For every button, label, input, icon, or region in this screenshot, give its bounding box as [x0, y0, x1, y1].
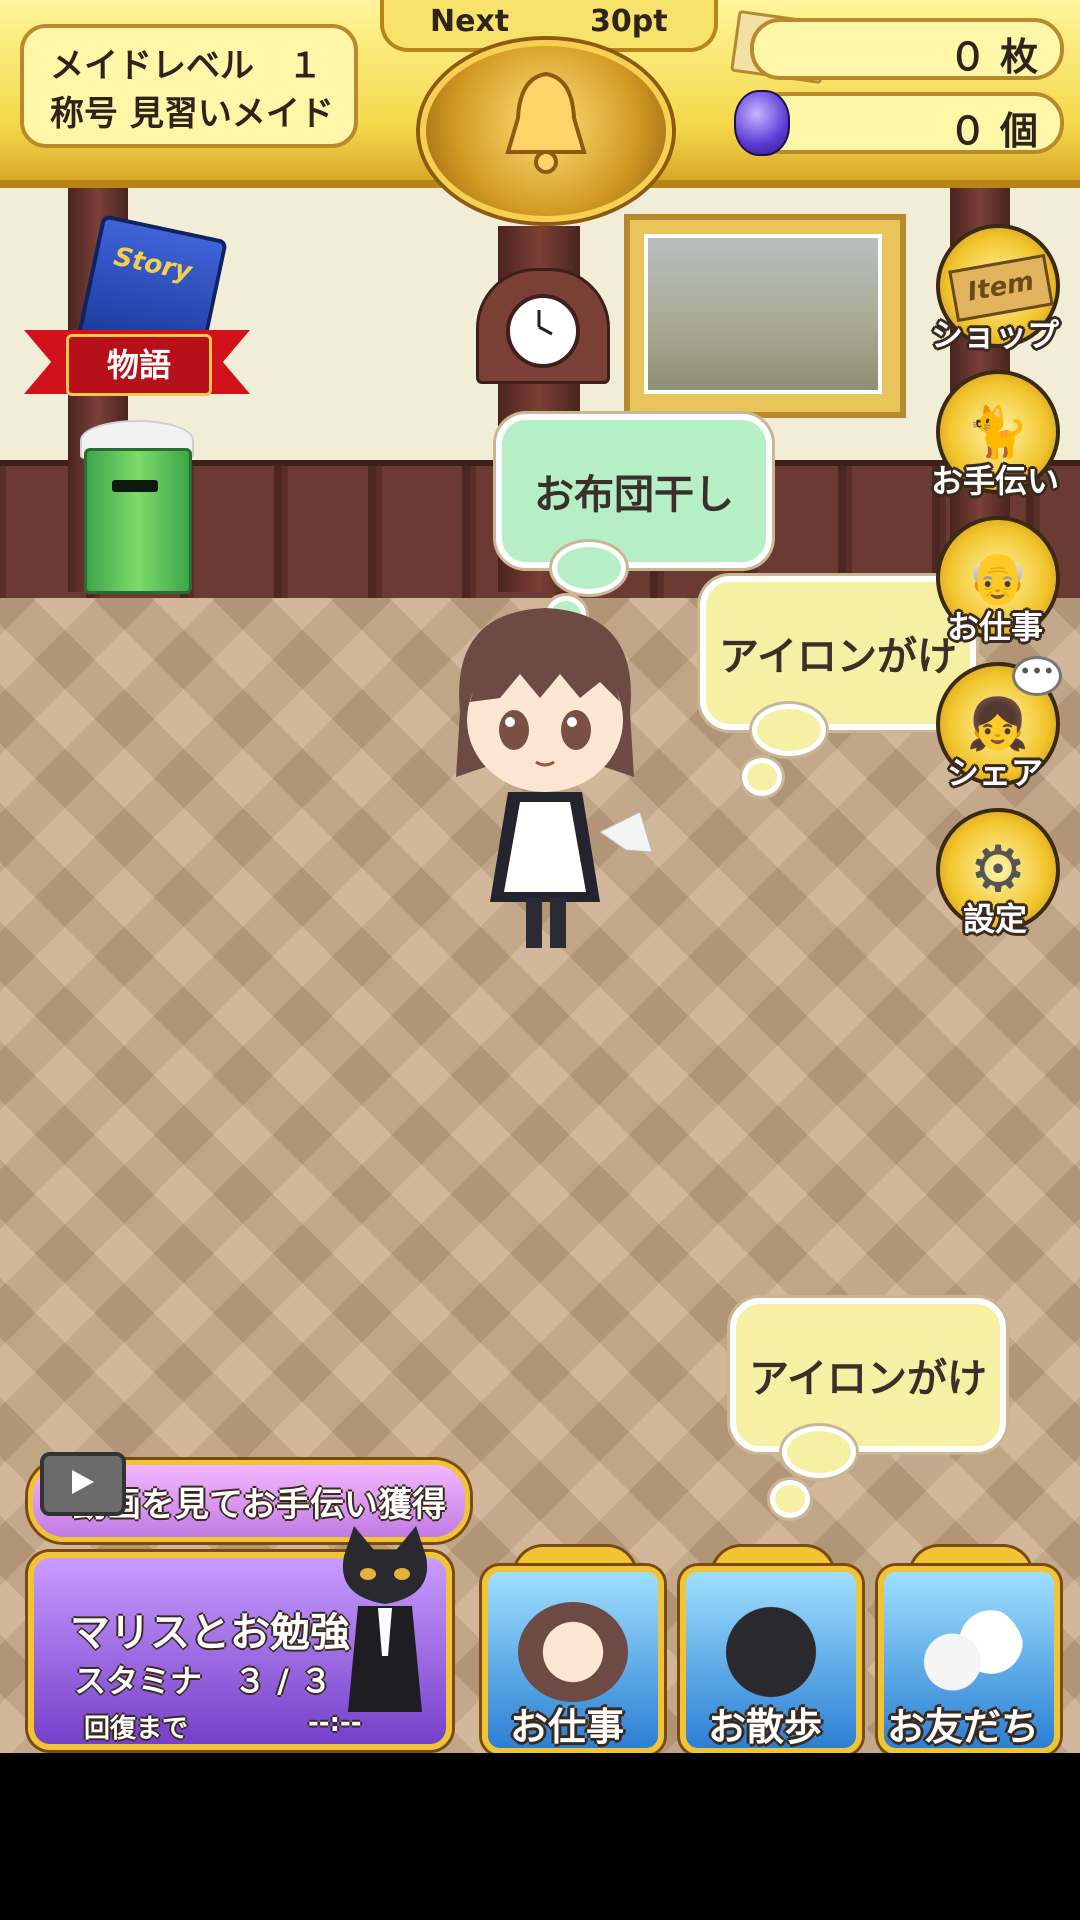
bubble-tail: [752, 704, 826, 756]
watch-video-label: 動画を見てお手伝い獲得: [73, 1484, 446, 1525]
maid-title: 称号 見習いメイド: [50, 94, 334, 134]
work-label: お仕事: [946, 608, 1043, 646]
recover-label: 回復まで: [84, 1714, 189, 1744]
bubble-tail: [782, 1426, 856, 1478]
maid-level-box[interactable]: メイドレベル １ 称号 見習いメイド: [20, 24, 358, 148]
trash-bin[interactable]: [84, 448, 192, 594]
task-bubble-ironing-2[interactable]: アイロンがけ: [730, 1298, 1006, 1452]
task-bubble-label: アイロンがけ: [749, 1356, 987, 1402]
bubble-tail: [552, 542, 626, 594]
landscape-painting: [624, 214, 906, 418]
ticket-count: ０ 枚: [948, 35, 1038, 79]
story-book-text: Story: [111, 241, 195, 288]
clock-face-icon: [506, 294, 580, 368]
bubble-tail: [770, 1480, 810, 1518]
ticket-counter[interactable]: ０ 枚: [750, 18, 1064, 80]
black-cat-icon: [716, 1602, 826, 1702]
help-label: お手伝い: [930, 462, 1059, 500]
gem-count: ０ 個: [948, 109, 1038, 153]
stamina-text: スタミナ ３ / ３: [74, 1662, 332, 1700]
trash-slot: [112, 480, 158, 492]
gem-icon: [734, 90, 790, 156]
speech-bubble-icon: •••: [1012, 656, 1062, 696]
maid-work-icon: [518, 1602, 628, 1702]
nav-walk-label: お散歩: [707, 1705, 822, 1749]
next-label: Next: [430, 4, 510, 39]
cat-friends-icon: [914, 1602, 1024, 1702]
game-screen: Story 物語 お布団干し アイロンがけ アイロンがけ Item ショップ 🐈…: [0, 0, 1080, 1753]
settings-label: 設定: [962, 900, 1027, 938]
task-bubble-futon[interactable]: お布団干し: [496, 414, 772, 568]
top-bar: メイドレベル １ 称号 見習いメイド Next 30pt ０ 枚 ０ 個: [0, 0, 1080, 222]
black-cat-icon: [342, 1526, 428, 1712]
nav-work-label: お仕事: [509, 1705, 624, 1749]
task-bubble-ironing[interactable]: アイロンがけ: [700, 576, 976, 730]
maid-level: メイドレベル １: [50, 46, 322, 86]
share-label: シェア: [946, 754, 1043, 792]
maid-character[interactable]: [430, 602, 660, 962]
gem-counter[interactable]: ０ 個: [750, 92, 1064, 154]
next-points: 30pt: [590, 4, 668, 39]
task-bubble-label: お布団干し: [534, 472, 734, 518]
nav-friends-label: お友だち: [886, 1705, 1039, 1749]
painting-canvas: [644, 234, 882, 394]
study-title: マリスとお勉強: [70, 1610, 350, 1656]
shop-label: ショップ: [930, 316, 1059, 354]
video-play-icon: [40, 1452, 126, 1516]
bubble-tail: [742, 758, 782, 796]
bell-icon[interactable]: [420, 40, 672, 222]
story-button-label[interactable]: 物語: [66, 334, 212, 396]
